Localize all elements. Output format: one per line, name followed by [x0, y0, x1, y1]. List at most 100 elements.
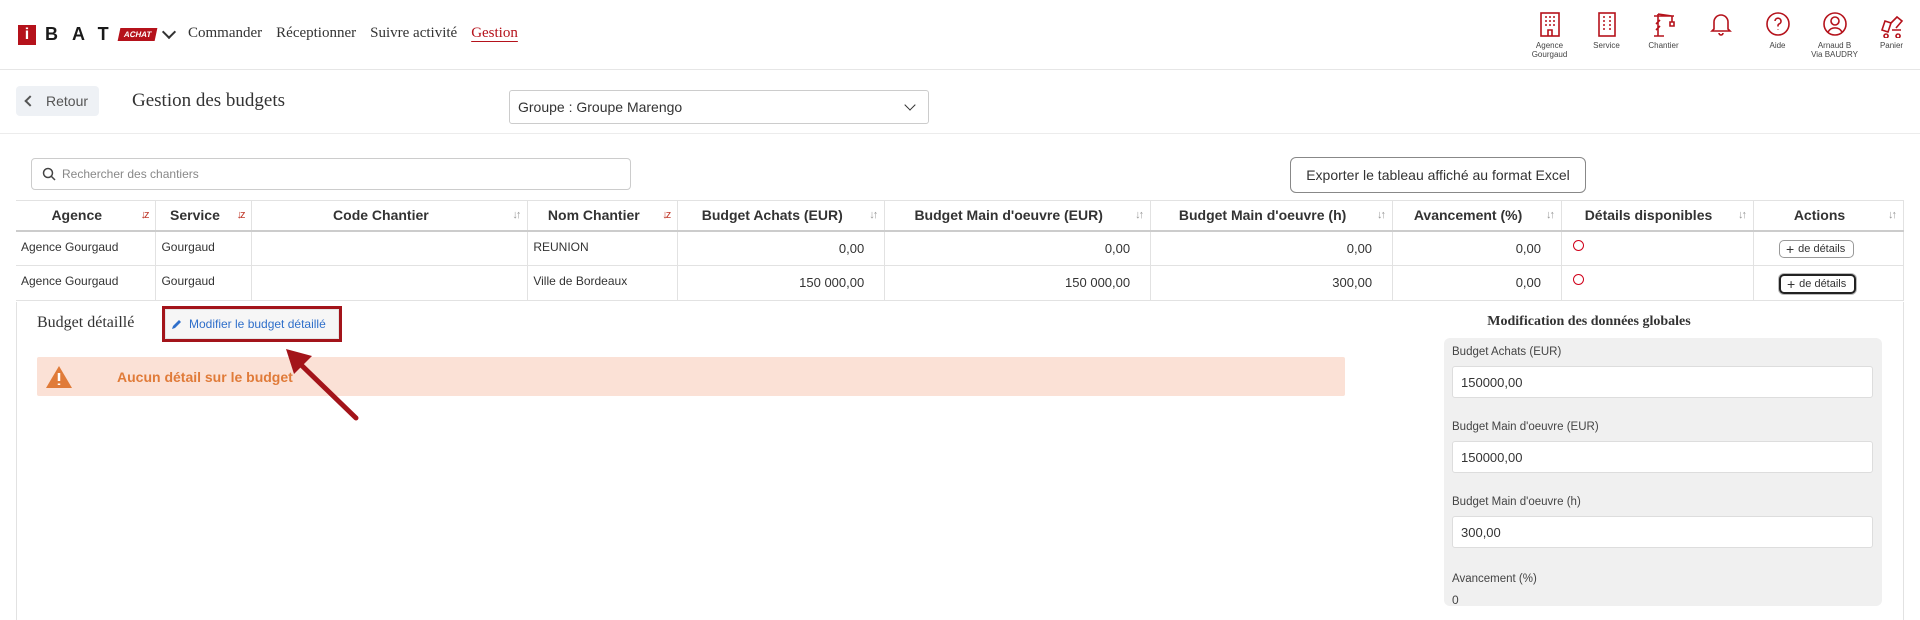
- sort-icon[interactable]: ↓↑: [1377, 209, 1386, 221]
- col-header-service[interactable]: Service ↓z: [155, 200, 253, 232]
- col-header-agence[interactable]: Agence ↓z: [16, 200, 157, 232]
- agence-nav-label: Agence Gourgaud: [1531, 41, 1568, 59]
- sort-asc-icon[interactable]: ↓z: [236, 209, 245, 221]
- col-header-label: Budget Main d'oeuvre (h): [1178, 207, 1347, 224]
- col-header-budget-achats[interactable]: Budget Achats (EUR) ↓↑: [677, 200, 886, 232]
- ibat-logo[interactable]: i BAT ACHAT: [18, 24, 177, 45]
- budget-mo-eur-input[interactable]: 150000,00: [1452, 441, 1873, 473]
- col-header-label: Budget Main d'oeuvre (EUR): [914, 207, 1103, 224]
- sort-icon[interactable]: ↓↑: [869, 209, 878, 221]
- col-header-label: Service: [170, 207, 220, 224]
- budget-mo-eur-group: Budget Main d'oeuvre (EUR) 150000,00: [1452, 421, 1874, 488]
- cell-budget-achats: 150 000,00: [677, 265, 886, 301]
- logo-achat-badge: ACHAT: [117, 28, 158, 41]
- status-circle-icon: [1573, 274, 1585, 285]
- field-label: Budget Main d'oeuvre (h): [1452, 496, 1581, 508]
- sort-icon[interactable]: ↓↑: [1888, 209, 1897, 221]
- menu-item-receptionner[interactable]: Réceptionner: [276, 25, 356, 42]
- budget-achats-input[interactable]: 150000,00: [1452, 366, 1873, 398]
- help-nav-button[interactable]: Aide: [1749, 10, 1806, 59]
- user-nav-button[interactable]: Arnaud B Via BAUDRY: [1806, 10, 1863, 59]
- help-icon: [1765, 12, 1790, 36]
- agence-nav-button[interactable]: Agence Gourgaud: [1521, 10, 1578, 59]
- budget-mo-h-group: Budget Main d'oeuvre (h) 300,00: [1452, 496, 1874, 563]
- col-header-actions[interactable]: Actions ↓↑: [1753, 200, 1905, 232]
- cell-actions: + de détails: [1753, 265, 1905, 301]
- field-label: Budget Main d'oeuvre (EUR): [1452, 421, 1599, 433]
- table-row[interactable]: Agence Gourgaud Gourgaud REUNION 0,00 0,…: [16, 230, 1905, 266]
- search-icon: [42, 167, 56, 181]
- building-icon: [1539, 12, 1560, 37]
- back-button[interactable]: Retour: [16, 86, 99, 116]
- cart-nav-label: Panier: [1879, 41, 1904, 50]
- group-select[interactable]: Groupe : Groupe Marengo: [509, 90, 929, 124]
- col-header-code-chantier[interactable]: Code Chantier ↓↑: [251, 200, 529, 232]
- cell-avancement: 0,00: [1392, 230, 1563, 266]
- global-data-title: Modification des données globales: [1487, 314, 1691, 329]
- sort-asc-icon[interactable]: ↓z: [662, 209, 671, 221]
- sort-asc-icon[interactable]: ↓z: [140, 209, 149, 221]
- col-header-budget-mo-h[interactable]: Budget Main d'oeuvre (h) ↓↑: [1150, 200, 1394, 232]
- no-detail-alert: Aucun détail sur le budget: [37, 357, 1345, 396]
- main-menu: Commander Réceptionner Suivre activité G…: [188, 25, 518, 42]
- alert-message: Aucun détail sur le budget: [117, 368, 293, 385]
- chantier-nav-button[interactable]: Chantier: [1635, 10, 1692, 59]
- divider: [0, 133, 1920, 134]
- cell-budget-achats: 0,00: [677, 230, 886, 266]
- budget-detaille-title: Budget détaillé: [37, 314, 135, 331]
- col-header-label: Avancement (%): [1413, 207, 1523, 224]
- user-icon: [1822, 12, 1847, 36]
- details-button[interactable]: + de détails: [1778, 239, 1855, 258]
- modify-budget-button[interactable]: Modifier le budget détaillé: [171, 317, 326, 331]
- col-header-budget-mo-eur[interactable]: Budget Main d'oeuvre (EUR) ↓↑: [884, 200, 1152, 232]
- menu-item-commander[interactable]: Commander: [188, 25, 262, 42]
- chantier-nav-label: Chantier: [1648, 41, 1679, 50]
- budget-mo-h-input[interactable]: 300,00: [1452, 516, 1873, 548]
- chevron-left-icon: [24, 95, 36, 107]
- annotation-arrow: [286, 349, 359, 421]
- search-input[interactable]: [62, 167, 602, 181]
- cell-details-disponibles: [1561, 230, 1754, 266]
- warning-icon: [46, 365, 72, 388]
- service-nav-label: Service: [1593, 41, 1620, 50]
- table-row[interactable]: Agence Gourgaud Gourgaud Ville de Bordea…: [16, 265, 1905, 301]
- menu-item-suivre-activite[interactable]: Suivre activité: [370, 25, 457, 42]
- col-header-details-disponibles[interactable]: Détails disponibles ↓↑: [1561, 200, 1754, 232]
- sort-icon[interactable]: ↓↑: [1135, 209, 1144, 221]
- sort-icon[interactable]: ↓↑: [1546, 209, 1555, 221]
- cell-nom-chantier: REUNION: [527, 230, 679, 266]
- cell-avancement: 0,00: [1392, 265, 1563, 301]
- crane-icon: [1653, 13, 1675, 37]
- col-header-label: Détails disponibles: [1584, 207, 1713, 224]
- notifications-button[interactable]: [1692, 10, 1749, 59]
- cell-agence: Agence Gourgaud: [16, 230, 157, 266]
- export-excel-button[interactable]: Exporter le tableau affiché au format Ex…: [1290, 157, 1586, 193]
- user-nav-label: Arnaud B Via BAUDRY: [1811, 41, 1858, 59]
- col-header-label: Budget Achats (EUR): [701, 207, 843, 224]
- col-header-label: Agence: [51, 207, 103, 224]
- plus-icon: +: [1785, 240, 1795, 257]
- cell-code-chantier: [251, 230, 529, 266]
- notifications-label: [1719, 41, 1721, 50]
- cell-actions: + de détails: [1753, 230, 1905, 266]
- cart-nav-button[interactable]: Panier: [1863, 10, 1920, 59]
- service-nav-button[interactable]: Service: [1578, 10, 1635, 59]
- back-label: Retour: [46, 93, 89, 109]
- details-button[interactable]: + de détails: [1778, 274, 1857, 294]
- top-navbar: i BAT ACHAT Commander Réceptionner Suivr…: [0, 0, 1920, 70]
- sort-icon[interactable]: ↓↑: [512, 209, 521, 221]
- nav-icon-group: Agence Gourgaud Service Chantier Aide Arn…: [1521, 10, 1920, 59]
- col-header-avancement[interactable]: Avancement (%) ↓↑: [1392, 200, 1563, 232]
- page-title: Gestion des budgets: [132, 90, 286, 111]
- table-header-row: Agence ↓z Service ↓z Code Chantier ↓↑ Nom C…: [16, 200, 1905, 232]
- col-header-label: Code Chantier: [333, 207, 429, 224]
- chevron-down-icon[interactable]: [162, 24, 177, 40]
- col-header-nom-chantier[interactable]: Nom Chantier ↓z: [527, 200, 679, 232]
- field-label: Budget Achats (EUR): [1452, 346, 1562, 358]
- sort-icon[interactable]: ↓↑: [1738, 209, 1747, 221]
- cell-nom-chantier: Ville de Bordeaux: [527, 265, 679, 301]
- cart-icon: [1880, 15, 1903, 38]
- cell-budget-mo-h: 0,00: [1150, 230, 1394, 266]
- menu-item-gestion[interactable]: Gestion: [471, 25, 518, 42]
- search-box[interactable]: [31, 158, 631, 190]
